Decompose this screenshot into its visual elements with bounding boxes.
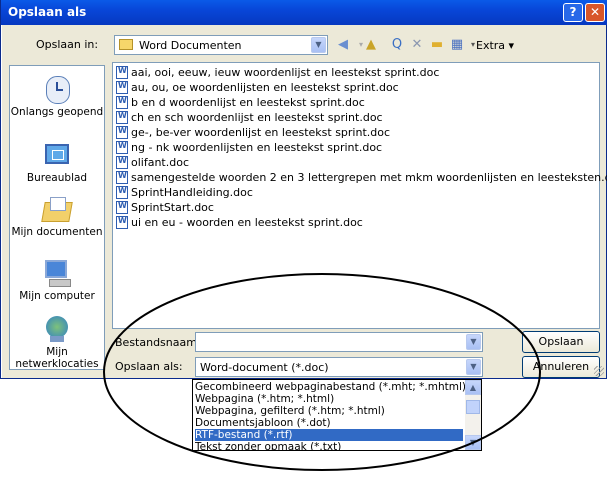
list-item[interactable]: ge-, be-ver woordenlijst en leestekst sp… <box>116 126 390 141</box>
network-places-icon <box>40 314 74 344</box>
save-as-type-select[interactable]: Word-document (*.doc) ▼ <box>195 357 483 377</box>
list-item[interactable]: aai, ooi, eeuw, ieuw woordenlijst en lee… <box>116 66 439 81</box>
cancel-button[interactable]: Annuleren <box>522 356 600 378</box>
chevron-down-icon[interactable]: ▼ <box>466 334 481 350</box>
desktop-icon <box>40 140 74 170</box>
file-list[interactable]: aai, ooi, eeuw, ieuw woordenlijst en lee… <box>112 62 607 329</box>
save-in-combo[interactable]: Word Documenten ▼ <box>114 35 328 55</box>
word-document-icon <box>116 126 128 139</box>
dropdown-option[interactable]: Tekst zonder opmaak (*.txt) <box>195 441 463 450</box>
list-item[interactable]: ch en sch woordenlijst en leestekst spri… <box>116 111 383 126</box>
resize-grip-icon[interactable] <box>594 366 604 376</box>
dropdown-option[interactable]: Gecombineerd webpaginabestand (*.mht; *.… <box>195 381 466 393</box>
my-computer-icon <box>40 258 74 288</box>
list-item[interactable]: au, ou, oe woordenlijsten en leestekst s… <box>116 81 399 96</box>
word-document-icon <box>116 111 128 124</box>
place-my-computer[interactable]: Mijn computer <box>10 258 104 302</box>
list-item[interactable]: b en d woordenlijst en leestekst sprint.… <box>116 96 365 111</box>
dropdown-option[interactable]: Webpagina (*.htm; *.html) <box>195 393 463 405</box>
place-label: Bureaublad <box>26 172 88 184</box>
word-document-icon <box>116 66 128 79</box>
save-as-type-label: Opslaan als: <box>115 360 183 373</box>
chevron-down-icon[interactable]: ▼ <box>311 37 326 53</box>
scroll-down-icon[interactable]: ▼ <box>465 435 481 450</box>
save-as-dialog: Opslaan als ? ✕ Opslaan in: Word Documen… <box>0 0 607 379</box>
list-item[interactable]: olifant.doc <box>116 156 189 171</box>
save-in-label: Opslaan in: <box>36 38 99 51</box>
dropdown-option[interactable]: Webpagina, gefilterd (*.htm; *.html) <box>195 405 463 417</box>
list-item[interactable]: samengestelde woorden 2 en 3 lettergrepe… <box>116 171 607 186</box>
filename-label: Bestandsnaam: <box>115 336 201 349</box>
word-document-icon <box>116 201 128 214</box>
save-in-value: Word Documenten <box>139 39 242 52</box>
list-item[interactable]: SprintHandleiding.doc <box>116 186 253 201</box>
scroll-thumb[interactable] <box>466 400 480 414</box>
list-item[interactable]: ng - nk woordenlijsten en leestekst spri… <box>116 141 382 156</box>
recent-documents-icon <box>40 74 74 104</box>
new-folder-icon[interactable]: ▬ <box>428 36 446 54</box>
word-document-icon <box>116 141 128 154</box>
back-icon[interactable]: ◀ <box>334 36 352 54</box>
scroll-up-icon[interactable]: ▲ <box>465 380 481 395</box>
dropdown-scrollbar[interactable]: ▲ ▼ <box>465 380 481 450</box>
place-my-documents[interactable]: Mijn documenten <box>10 194 104 238</box>
delete-icon[interactable]: ✕ <box>408 36 426 54</box>
save-button[interactable]: Opslaan <box>522 331 600 353</box>
search-web-icon[interactable]: Q <box>388 36 406 54</box>
folder-icon <box>119 39 133 50</box>
word-document-icon <box>116 186 128 199</box>
dialog-body: Opslaan in: Word Documenten ▼ ◀ ▾ ▲ Q ✕ … <box>2 25 607 378</box>
place-label: Mijn computer <box>19 290 95 302</box>
place-label: Onlangs geopend <box>10 106 104 118</box>
word-document-icon <box>116 216 128 229</box>
close-button[interactable]: ✕ <box>585 3 605 22</box>
up-folder-icon[interactable]: ▲ <box>362 36 380 54</box>
save-as-type-value: Word-document (*.doc) <box>200 361 329 374</box>
dropdown-option[interactable]: Documentsjabloon (*.dot) <box>195 417 463 429</box>
list-item[interactable]: SprintStart.doc <box>116 201 214 216</box>
word-document-icon <box>116 171 128 184</box>
filename-field[interactable]: ▼ <box>195 332 483 352</box>
chevron-down-icon[interactable]: ▼ <box>466 359 481 375</box>
place-label: Mijn documenten <box>11 226 103 238</box>
extra-menu[interactable]: Extra ▾ <box>476 39 514 52</box>
dialog-title: Opslaan als <box>8 5 87 19</box>
place-desktop[interactable]: Bureaublad <box>10 140 104 184</box>
dropdown-option-selected[interactable]: RTF-bestand (*.rtf) <box>195 429 463 441</box>
title-bar[interactable]: Opslaan als ? ✕ <box>1 0 607 25</box>
place-label: Mijn netwerklocaties <box>15 346 99 370</box>
save-as-type-dropdown-list[interactable]: Gecombineerd webpaginabestand (*.mht; *.… <box>192 379 482 451</box>
word-document-icon <box>116 81 128 94</box>
place-recent[interactable]: Onlangs geopend <box>10 74 104 118</box>
list-item[interactable]: ui en eu - woorden en leestekst sprint.d… <box>116 216 363 231</box>
places-bar: Onlangs geopend Bureaublad Mijn document… <box>9 65 105 370</box>
word-document-icon <box>116 96 128 109</box>
word-document-icon <box>116 156 128 169</box>
help-button[interactable]: ? <box>563 3 583 22</box>
my-documents-icon <box>40 194 74 224</box>
place-network[interactable]: Mijn netwerklocaties <box>10 314 104 370</box>
